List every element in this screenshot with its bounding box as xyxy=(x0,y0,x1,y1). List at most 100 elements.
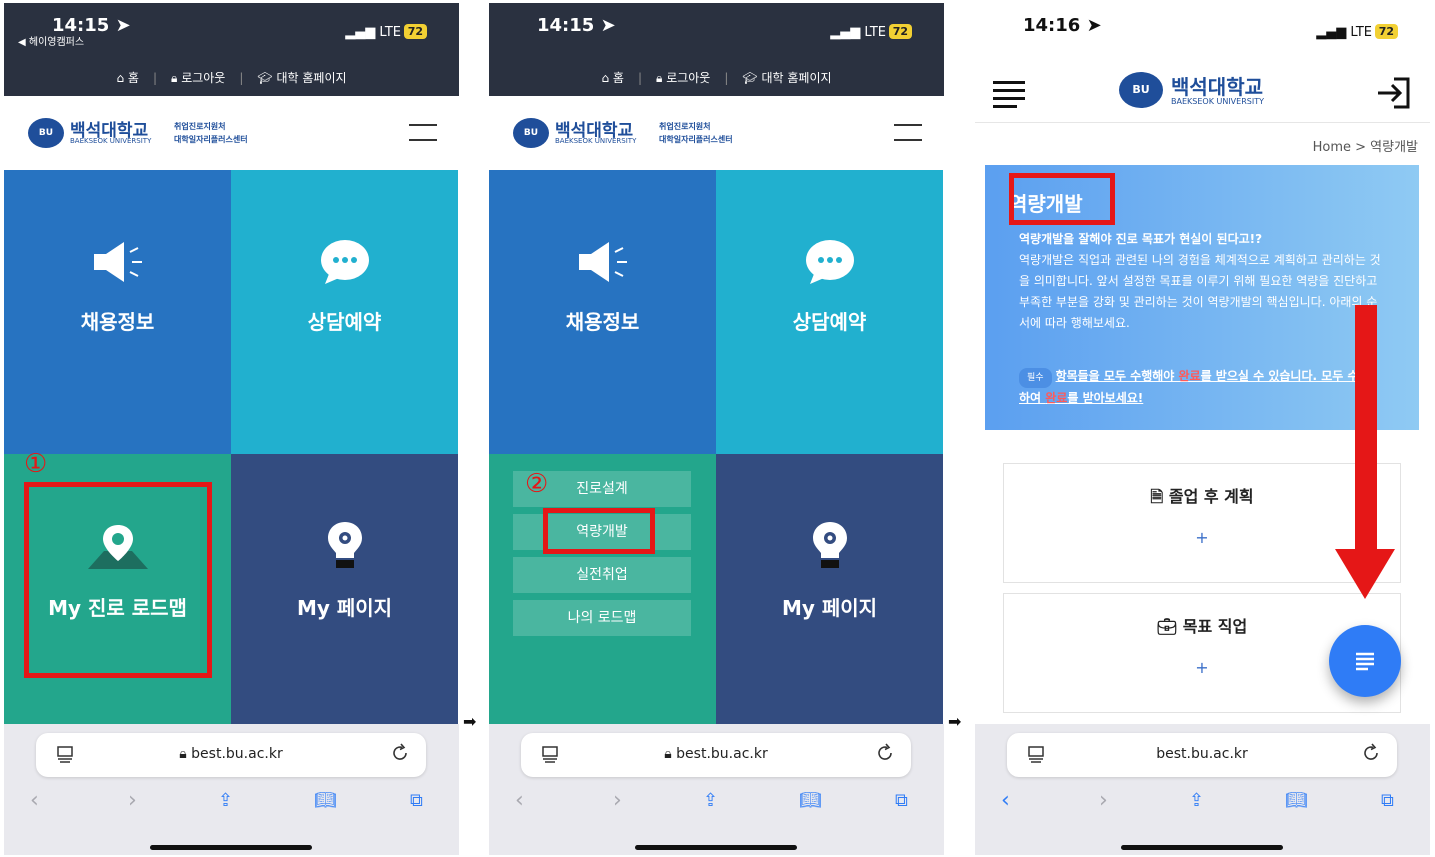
address-bar[interactable]: 🔒︎ best.bu.ac.kr xyxy=(36,733,426,777)
tabs-icon[interactable]: ⧉ xyxy=(895,790,908,811)
logo-subtitle-1: 취업진로지원처 xyxy=(174,122,226,131)
share-icon[interactable]: ⇪ xyxy=(703,790,718,811)
nav-home-link[interactable]: ⌂ 홈 xyxy=(601,69,623,86)
tile-mypage-label: My 페이지 xyxy=(781,596,878,620)
tile-mypage[interactable]: My 페이지 xyxy=(716,454,943,724)
tile-roadmap-expanded: 진로설계 역량개발 실전취업 나의 로드맵 xyxy=(489,454,716,724)
back-icon[interactable]: ‹ xyxy=(515,788,524,813)
phone-screen-1: 14:15 ➤ ◀ 헤이영캠퍼스 ▂▄▆ LTE 72 ⌂ 홈 | 🔒︎ 로그아… xyxy=(4,3,459,855)
site-header: BU 백석대학교 BAEKSEOK UNIVERSITY 취업진로지원처 대학일… xyxy=(489,96,944,170)
scroll-down-arrow-icon xyxy=(1335,305,1395,609)
battery-badge: 72 xyxy=(1374,24,1398,39)
menu-icon[interactable] xyxy=(993,81,1025,108)
highlight-box-competency xyxy=(543,508,655,554)
highlight-box-roadmap xyxy=(24,482,212,678)
phone-screen-2: 14:15 ➤ ▂▄▆ LTE 72 ⌂ 홈 | 🔒︎ 로그아웃 | 🎓︎ 대학… xyxy=(489,3,944,855)
phone-screen-3: 14:16 ➤ ▂▄▆ LTE 72 BU 백석대학교 BAEKSEOK UNI… xyxy=(975,3,1430,855)
tile-jobs-label: 채용정보 xyxy=(80,310,155,334)
breadcrumb: Home > 역량개발 xyxy=(1312,140,1418,155)
reload-icon[interactable] xyxy=(1361,743,1381,767)
required-notice: 필수 항목들을 모두 수행해야 완료를 받으실 수 있습니다. 모두 수행하여 완… xyxy=(1019,366,1379,408)
nav-univ-link[interactable]: 🎓︎ 대학 홈페이지 xyxy=(742,69,831,86)
browser-nav-row: ‹ › ⇪ 📖︎ ⧉ xyxy=(4,786,459,816)
back-to-app-link[interactable]: ◀ 헤이영캠퍼스 xyxy=(18,33,84,48)
floating-menu-button[interactable] xyxy=(1329,625,1401,697)
top-navigation: ⌂ 홈 | 🔒︎ 로그아웃 | 🎓︎ 대학 홈페이지 xyxy=(489,59,944,96)
forward-icon[interactable]: › xyxy=(128,788,137,813)
tile-consult[interactable]: 상담예약 xyxy=(716,170,943,454)
bookmarks-icon[interactable]: 📖︎ xyxy=(1285,790,1308,811)
nav-logout-link[interactable]: 🔒︎ 로그아웃 xyxy=(171,69,225,86)
tile-jobs[interactable]: 채용정보 xyxy=(489,170,716,454)
logo-english: BAEKSEOK UNIVERSITY xyxy=(555,137,637,145)
url-text: 🔒︎ best.bu.ac.kr xyxy=(664,746,768,762)
tile-consult-label: 상담예약 xyxy=(792,310,867,334)
university-logo[interactable]: BU xyxy=(513,118,549,148)
home-indicator xyxy=(1121,845,1283,850)
back-icon[interactable]: ‹ xyxy=(30,788,39,813)
university-logo[interactable]: BU xyxy=(1119,72,1163,108)
battery-badge: 72 xyxy=(403,24,427,39)
logo-english: BAEKSEOK UNIVERSITY xyxy=(1171,97,1264,106)
logo-subtitle-2: 대학일자리플러스센터 xyxy=(174,135,248,144)
home-indicator xyxy=(150,845,312,850)
status-time: 14:16 ➤ xyxy=(1023,15,1102,36)
nav-logout-link[interactable]: 🔒︎ 로그아웃 xyxy=(656,69,710,86)
status-time: 14:15 ➤ xyxy=(537,15,616,36)
required-text-a: 항목들을 모두 수행해야 xyxy=(1055,369,1179,383)
back-icon[interactable]: ‹ xyxy=(1001,788,1010,813)
reload-icon[interactable] xyxy=(875,743,895,767)
signal-network: ▂▄▆ LTE xyxy=(345,25,401,40)
login-icon[interactable] xyxy=(1376,77,1412,113)
nav-home-link[interactable]: ⌂ 홈 xyxy=(116,69,138,86)
top-navigation: ⌂ 홈 | 🔒︎ 로그아웃 | 🎓︎ 대학 홈페이지 xyxy=(4,59,459,96)
forward-icon[interactable]: › xyxy=(613,788,622,813)
url-text: best.bu.ac.kr xyxy=(1156,746,1248,762)
tabs-icon[interactable]: ⧉ xyxy=(410,790,423,811)
signal-network: ▂▄▆ LTE xyxy=(830,25,886,40)
chat-bubble-icon xyxy=(716,234,943,290)
nav-univ-link[interactable]: 🎓︎ 대학 홈페이지 xyxy=(257,69,346,86)
browser-nav-row: ‹ › ⇪ 📖︎ ⧉ xyxy=(489,786,944,816)
browser-nav-row: ‹ › ⇪ 📖︎ ⧉ xyxy=(975,786,1430,816)
browser-toolbar: 🔒︎ best.bu.ac.kr ‹ › ⇪ 📖︎ ⧉ xyxy=(4,724,459,855)
browser-toolbar: best.bu.ac.kr ‹ › ⇪ 📖︎ ⧉ xyxy=(975,724,1430,855)
tile-consult[interactable]: 상담예약 xyxy=(231,170,458,454)
tile-mypage[interactable]: My 페이지 xyxy=(231,454,458,724)
megaphone-icon xyxy=(4,234,231,290)
lightbulb-gear-icon xyxy=(716,518,943,574)
hero-description: 역량개발은 직업과 관련된 나의 경험을 체계적으로 계획하고 관리하는 것을 … xyxy=(1019,253,1381,330)
submenu-practical-job[interactable]: 실전취업 xyxy=(513,557,691,593)
home-indicator xyxy=(635,845,797,850)
university-logo[interactable]: BU xyxy=(28,118,64,148)
address-bar[interactable]: 🔒︎ best.bu.ac.kr xyxy=(521,733,911,777)
tabs-icon[interactable]: ⧉ xyxy=(1381,790,1394,811)
bookmarks-icon[interactable]: 📖︎ xyxy=(799,790,822,811)
tile-consult-label: 상담예약 xyxy=(307,310,382,334)
browser-toolbar: 🔒︎ best.bu.ac.kr ‹ › ⇪ 📖︎ ⧉ xyxy=(489,724,944,855)
step-marker-1: ① xyxy=(24,449,48,479)
share-icon[interactable]: ⇪ xyxy=(1189,790,1204,811)
menu-icon[interactable] xyxy=(894,124,922,144)
hero-question: 역량개발을 잘해야 진로 목표가 현실이 된다고!? xyxy=(1019,232,1263,246)
site-header: BU 백석대학교 BAEKSEOK UNIVERSITY xyxy=(975,59,1430,123)
divider: | xyxy=(239,70,244,85)
tile-jobs-label: 채용정보 xyxy=(565,310,640,334)
url-text: 🔒︎ best.bu.ac.kr xyxy=(179,746,283,762)
divider: | xyxy=(724,70,729,85)
reload-icon[interactable] xyxy=(390,743,410,767)
battery-badge: 72 xyxy=(888,24,912,39)
forward-icon[interactable]: › xyxy=(1099,788,1108,813)
share-icon[interactable]: ⇪ xyxy=(218,790,233,811)
logo-name: 백석대학교 xyxy=(1171,75,1263,99)
address-bar[interactable]: best.bu.ac.kr xyxy=(1007,733,1397,777)
menu-icon[interactable] xyxy=(409,124,437,144)
logo-subtitle-1: 취업진로지원처 xyxy=(659,122,711,131)
bookmarks-icon[interactable]: 📖︎ xyxy=(314,790,337,811)
highlight-box-title xyxy=(1009,173,1115,225)
tile-jobs[interactable]: 채용정보 xyxy=(4,170,231,454)
logo-subtitle-2: 대학일자리플러스센터 xyxy=(659,135,733,144)
done-word: 완료 xyxy=(1178,369,1201,383)
submenu-my-roadmap[interactable]: 나의 로드맵 xyxy=(513,600,691,636)
logo-english: BAEKSEOK UNIVERSITY xyxy=(70,137,152,145)
